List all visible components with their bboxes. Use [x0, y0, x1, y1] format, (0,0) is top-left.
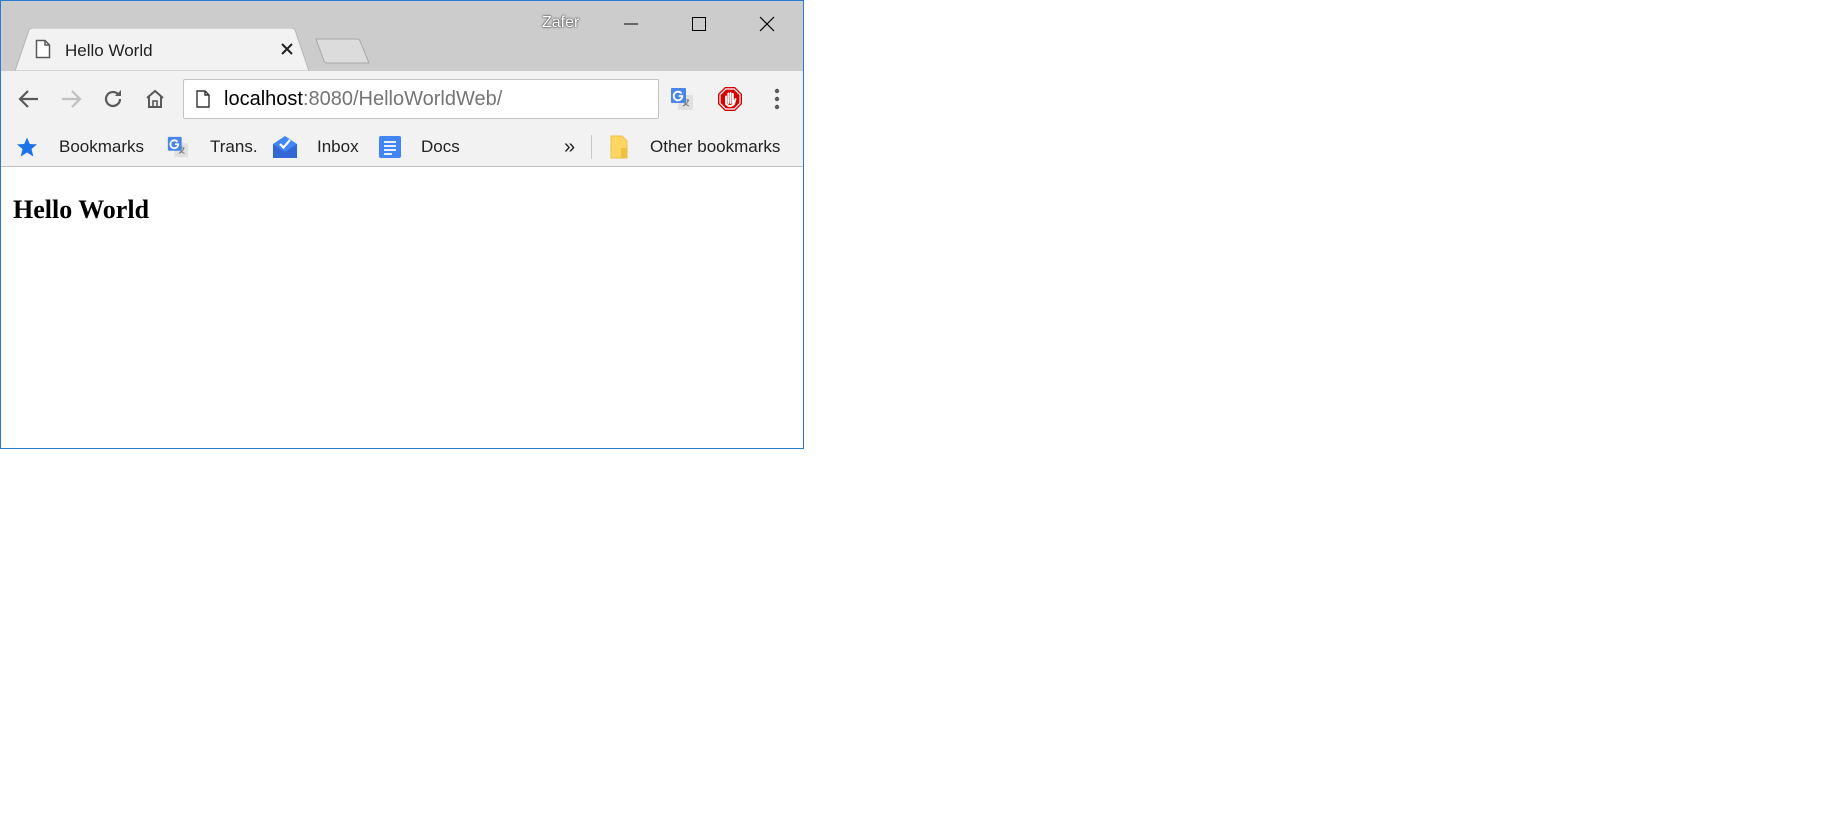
page-content: Hello World [1, 167, 803, 448]
profile-name[interactable]: Zafer [542, 14, 579, 32]
arrow-left-icon [18, 90, 38, 108]
address-bar[interactable]: localhost:8080/HelloWorldWeb/ [183, 79, 659, 119]
tab-background [15, 28, 309, 71]
maximize-button[interactable] [665, 1, 733, 47]
page-info-icon[interactable] [196, 90, 210, 108]
back-button[interactable] [15, 85, 43, 113]
overflow-chevron-icon: » [564, 135, 576, 158]
star-icon [17, 137, 37, 157]
close-window-button[interactable] [733, 1, 801, 47]
maximize-icon [692, 17, 706, 31]
bookmark-docs[interactable]: Docs [378, 134, 460, 160]
home-button[interactable] [141, 85, 169, 113]
reload-icon [104, 90, 122, 108]
three-dots-icon [774, 88, 780, 110]
chrome-menu-button[interactable] [763, 85, 791, 113]
bookmark-bookmarks[interactable]: Bookmarks [16, 134, 144, 160]
url-text[interactable]: localhost:8080/HelloWorldWeb/ [224, 88, 502, 111]
docs-icon [379, 136, 401, 158]
bookmark-inbox[interactable]: Inbox [272, 134, 359, 160]
bookmark-label: Trans. [210, 137, 258, 156]
bookmark-label: Bookmarks [59, 137, 145, 156]
minimize-button[interactable] [597, 1, 665, 47]
bookmark-label: Inbox [317, 137, 359, 156]
tab-hello-world[interactable]: Hello World [15, 28, 309, 71]
bookmarks-bar: Bookmarks Trans. Inbox Docs » Other book… [1, 127, 803, 167]
navigation-toolbar: localhost:8080/HelloWorldWeb/ [1, 71, 803, 127]
close-icon [759, 16, 775, 32]
new-tab-button[interactable] [315, 38, 371, 64]
inbox-icon [273, 136, 297, 158]
minimize-icon [624, 23, 638, 25]
page-icon [35, 39, 51, 59]
forward-button[interactable] [57, 85, 85, 113]
page-heading: Hello World [13, 195, 150, 224]
adblock-stop-icon [718, 87, 742, 111]
google-translate-icon [671, 88, 693, 110]
bookmarks-divider [591, 135, 592, 159]
bookmark-label: Docs [421, 137, 460, 156]
google-translate-icon [167, 136, 189, 158]
folder-icon [610, 135, 628, 159]
browser-window: Hello World Zafer localhost:8080/HelloWo… [0, 0, 804, 449]
bookmarks-overflow-button[interactable]: » [564, 134, 575, 160]
bookmark-label: Other bookmarks [650, 137, 781, 156]
bookmark-other-bookmarks[interactable]: Other bookmarks [608, 134, 780, 160]
bookmark-trans[interactable]: Trans. [166, 134, 258, 160]
close-tab-icon[interactable] [279, 41, 295, 57]
google-translate-extension-button[interactable] [668, 85, 696, 113]
tab-title: Hello World [65, 41, 153, 60]
url-host: localhost [224, 88, 303, 110]
adblock-extension-button[interactable] [716, 85, 744, 113]
url-path: :8080/HelloWorldWeb/ [302, 88, 503, 110]
home-icon [146, 89, 164, 108]
arrow-right-icon [62, 90, 82, 108]
tab-strip: Hello World Zafer [1, 1, 803, 71]
reload-button[interactable] [99, 85, 127, 113]
